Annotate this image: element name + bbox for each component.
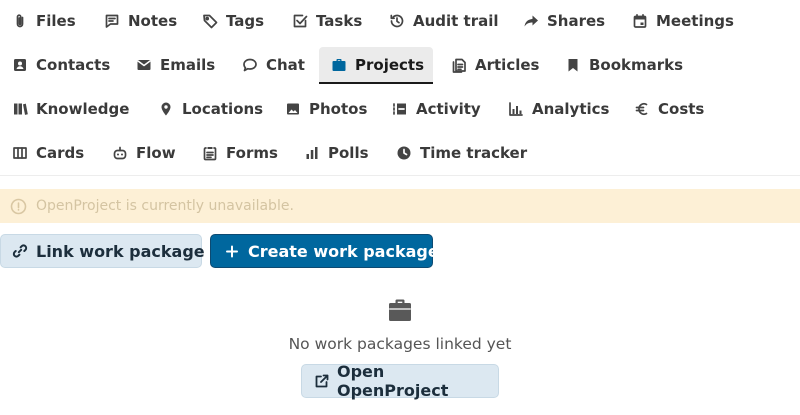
- chat-bubble-icon: [242, 57, 258, 73]
- briefcase-icon: [386, 296, 414, 324]
- tab-forms[interactable]: Forms: [190, 135, 286, 171]
- bookmark-icon: [565, 57, 581, 73]
- poll-icon: [304, 145, 320, 161]
- tab-tags[interactable]: Tags: [190, 3, 272, 39]
- tab-bar: Files Notes Tags Tasks Audit trail Share…: [0, 0, 800, 176]
- tab-label: Knowledge: [36, 100, 130, 118]
- tab-label: Bookmarks: [589, 56, 684, 74]
- bar-chart-icon: [508, 101, 524, 117]
- envelope-icon: [136, 57, 152, 73]
- tab-notes[interactable]: Notes: [92, 3, 185, 39]
- tab-label: Flow: [136, 144, 176, 162]
- calendar-icon: [632, 13, 648, 29]
- tab-label: Tags: [226, 12, 265, 30]
- tab-time-tracker[interactable]: Time tracker: [384, 135, 535, 171]
- plus-icon: [224, 243, 240, 259]
- tag-icon: [202, 13, 218, 29]
- book-icon: [12, 101, 28, 117]
- tab-label: Photos: [309, 100, 368, 118]
- create-work-package-button[interactable]: Create work package: [210, 234, 439, 268]
- clock-icon: [396, 145, 412, 161]
- tab-meetings[interactable]: Meetings: [620, 3, 742, 39]
- map-pin-icon: [158, 101, 174, 117]
- external-link-icon: [314, 373, 330, 389]
- tab-activity[interactable]: Activity: [380, 91, 489, 127]
- tab-label: Meetings: [656, 12, 734, 30]
- tab-label: Notes: [128, 12, 178, 30]
- tab-projects[interactable]: Projects: [319, 47, 433, 84]
- tab-tasks[interactable]: Tasks: [280, 3, 370, 39]
- tab-polls[interactable]: Polls: [292, 135, 377, 171]
- open-openproject-button[interactable]: Open OpenProject: [301, 362, 499, 400]
- checkbox-icon: [292, 13, 308, 29]
- tab-label: Forms: [226, 144, 278, 162]
- tab-bookmarks[interactable]: Bookmarks: [553, 47, 691, 83]
- tab-label: Chat: [266, 56, 305, 74]
- tab-files[interactable]: Files: [0, 3, 84, 39]
- tab-label: Locations: [182, 100, 264, 118]
- empty-state-text: No work packages linked yet: [288, 335, 512, 353]
- tab-label: Contacts: [36, 56, 111, 74]
- create-work-package-label: Create work package: [248, 241, 439, 261]
- tab-shares[interactable]: Shares: [511, 3, 613, 39]
- paperclip-icon: [12, 13, 28, 29]
- tab-label: Activity: [416, 100, 481, 118]
- tab-label: Projects: [355, 56, 425, 74]
- tab-articles[interactable]: Articles: [439, 47, 547, 83]
- tab-photos[interactable]: Photos: [273, 91, 375, 127]
- notice-text: OpenProject is currently unavailable.: [36, 198, 294, 214]
- tab-flow[interactable]: Flow: [100, 135, 184, 171]
- note-icon: [104, 13, 120, 29]
- tab-analytics[interactable]: Analytics: [496, 91, 617, 127]
- unavailable-notice: OpenProject is currently unavailable.: [0, 189, 800, 223]
- columns-icon: [12, 145, 28, 161]
- tab-label: Files: [36, 12, 76, 30]
- tab-label: Polls: [328, 144, 369, 162]
- tab-chat[interactable]: Chat: [230, 47, 313, 83]
- articles-icon: [451, 57, 467, 73]
- tab-label: Shares: [547, 12, 606, 30]
- tab-cards[interactable]: Cards: [0, 135, 92, 171]
- open-openproject-label: Open OpenProject: [337, 362, 449, 400]
- tab-audit-trail[interactable]: Audit trail: [377, 3, 507, 39]
- link-work-package-button[interactable]: Link work package: [0, 234, 205, 268]
- tab-label: Audit trail: [413, 12, 499, 30]
- briefcase-icon: [331, 57, 347, 73]
- tab-label: Cards: [36, 144, 85, 162]
- share-icon: [523, 13, 539, 29]
- tab-label: Costs: [658, 100, 705, 118]
- tab-costs[interactable]: Costs: [622, 91, 712, 127]
- tab-label: Articles: [475, 56, 540, 74]
- tab-label: Tasks: [316, 12, 363, 30]
- contact-card-icon: [12, 57, 28, 73]
- link-icon: [12, 243, 28, 259]
- tab-label: Analytics: [532, 100, 610, 118]
- tab-label: Emails: [160, 56, 216, 74]
- link-work-package-label: Link work package: [36, 241, 205, 261]
- activity-icon: [392, 101, 408, 117]
- tab-contacts[interactable]: Contacts: [0, 47, 118, 83]
- tab-knowledge[interactable]: Knowledge: [0, 91, 137, 127]
- tab-label: Time tracker: [420, 144, 528, 162]
- image-icon: [285, 101, 301, 117]
- tab-locations[interactable]: Locations: [146, 91, 271, 127]
- robot-icon: [112, 145, 128, 161]
- tab-emails[interactable]: Emails: [124, 47, 223, 83]
- history-icon: [389, 13, 405, 29]
- euro-icon: [634, 101, 650, 117]
- clipboard-icon: [202, 145, 218, 161]
- info-icon: [10, 198, 27, 215]
